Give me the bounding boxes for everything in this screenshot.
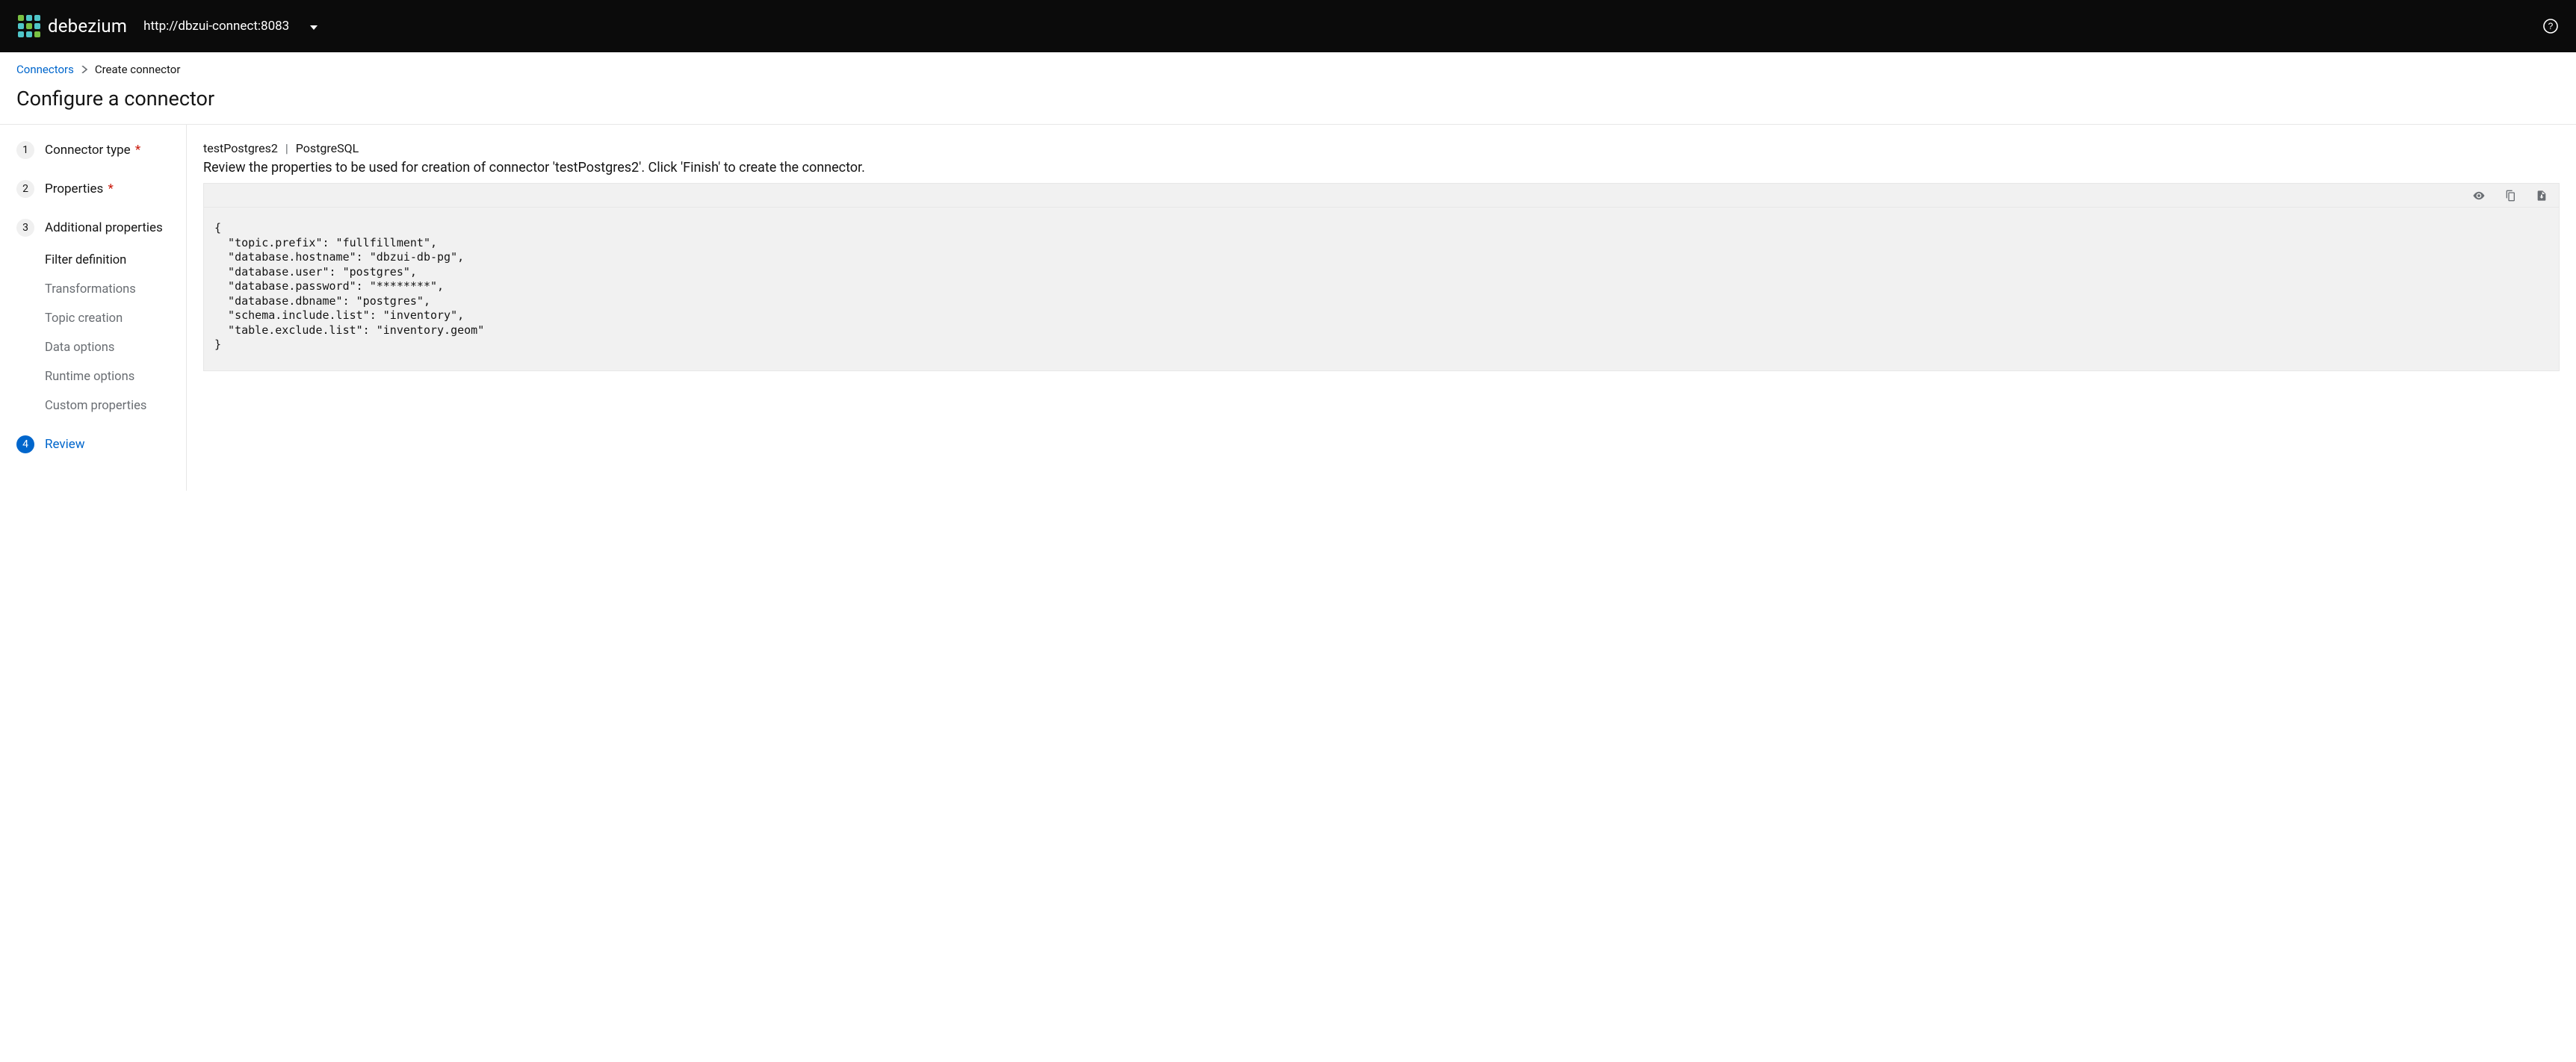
cluster-selector[interactable]: http://dbzui-connect:8083	[143, 19, 318, 34]
breadcrumb: Connectors Create connector	[16, 63, 2560, 76]
brand-name: debezium	[48, 16, 127, 37]
step-number-badge: 4	[16, 435, 34, 453]
wizard-step-review[interactable]: 4 Review	[16, 435, 179, 453]
connector-meta: testPostgres2 | PostgreSQL	[203, 141, 2560, 155]
step-number-badge: 2	[16, 180, 34, 198]
cluster-url: http://dbzui-connect:8083	[143, 19, 289, 34]
connector-name: testPostgres2	[203, 141, 278, 155]
debezium-logo-icon	[18, 15, 40, 37]
step-label: Additional properties	[45, 220, 163, 235]
step-number-badge: 3	[16, 219, 34, 237]
help-button[interactable]: ?	[2543, 19, 2558, 34]
page-header: Connectors Create connector Configure a …	[0, 52, 2576, 125]
wizard-sidebar: 1 Connector type * 2 Properties * 3 Addi…	[0, 125, 187, 491]
step-label: Connector type *	[45, 143, 140, 158]
copy-icon	[2504, 190, 2516, 202]
chevron-right-icon	[81, 63, 87, 76]
step-label: Review	[45, 437, 85, 452]
substep-filter-definition[interactable]: Filter definition	[45, 246, 179, 275]
substep-topic-creation[interactable]: Topic creation	[45, 304, 179, 333]
config-code-card: { "topic.prefix": "fullfillment", "datab…	[203, 183, 2560, 371]
reveal-password-button[interactable]	[2472, 189, 2486, 202]
step-number-badge: 1	[16, 141, 34, 159]
review-instruction: Review the properties to be used for cre…	[203, 160, 2560, 176]
code-toolbar	[204, 184, 2559, 208]
wizard-step-additional-properties[interactable]: 3 Additional properties	[16, 219, 179, 237]
download-icon	[2536, 190, 2548, 202]
copy-button[interactable]	[2504, 189, 2517, 202]
substep-custom-properties[interactable]: Custom properties	[45, 391, 179, 420]
connector-type: PostgreSQL	[296, 141, 359, 155]
main-content: testPostgres2 | PostgreSQL Review the pr…	[187, 125, 2576, 491]
brand: debezium	[18, 15, 127, 37]
breadcrumb-root-link[interactable]: Connectors	[16, 63, 74, 76]
wizard-step-connector-type[interactable]: 1 Connector type *	[16, 141, 179, 159]
page-title: Configure a connector	[16, 87, 2560, 111]
config-json: { "topic.prefix": "fullfillment", "datab…	[204, 208, 2559, 370]
wizard-step-properties[interactable]: 2 Properties *	[16, 180, 179, 198]
meta-separator: |	[285, 141, 288, 155]
caret-down-icon	[310, 19, 318, 34]
help-icon: ?	[2543, 19, 2558, 34]
substep-data-options[interactable]: Data options	[45, 333, 179, 362]
substep-runtime-options[interactable]: Runtime options	[45, 362, 179, 391]
eye-icon	[2472, 189, 2486, 202]
wizard-substeps: Filter definition Transformations Topic …	[45, 246, 179, 420]
download-button[interactable]	[2535, 189, 2548, 202]
app-header: debezium http://dbzui-connect:8083 ?	[0, 0, 2576, 52]
breadcrumb-current: Create connector	[95, 63, 181, 76]
svg-text:?: ?	[2548, 21, 2554, 31]
step-label: Properties *	[45, 181, 114, 196]
substep-transformations[interactable]: Transformations	[45, 275, 179, 304]
